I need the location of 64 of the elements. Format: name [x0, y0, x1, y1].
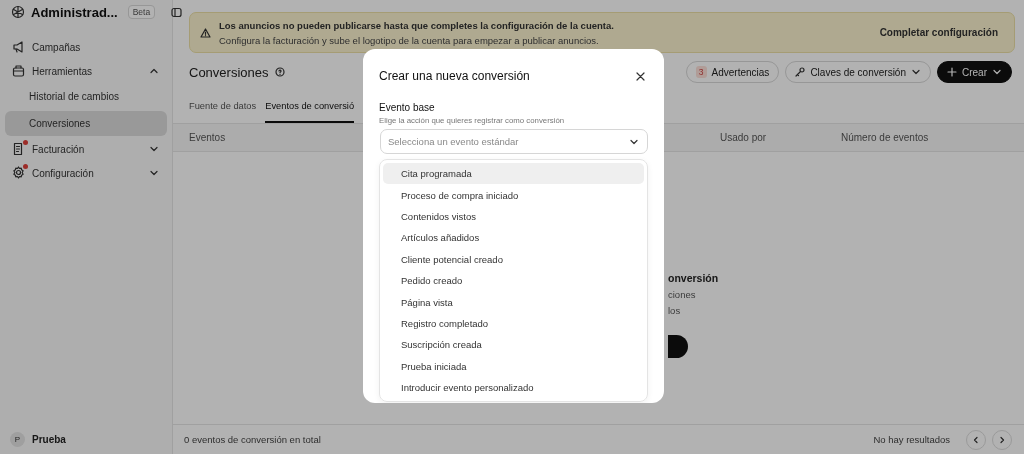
banner-text: Configura la facturación y sube el logotipo de la cuenta para empezar a publicar anuncios. [219, 34, 600, 46]
sidebar-item[interactable]: Historial de cambios [5, 84, 167, 109]
notification-dot [23, 164, 28, 169]
warning-count: 3 [695, 66, 707, 78]
chevron-up-icon [149, 66, 159, 76]
megaphone-icon [12, 40, 25, 54]
previous-page-button[interactable] [966, 429, 986, 450]
empty-state-text: ciones [668, 289, 696, 300]
next-page-button[interactable] [992, 429, 1012, 450]
total-count: 0 eventos de conversión en total [184, 434, 322, 445]
page-title: Conversiones [189, 64, 269, 80]
chevron-down-icon [149, 144, 159, 154]
dropdown-option[interactable]: Página vista [383, 291, 644, 313]
dropdown-option[interactable]: Introducir evento personalizado [383, 376, 644, 399]
key-icon [795, 67, 806, 77]
column-header: Eventos [189, 132, 226, 143]
chevron-right-icon [998, 435, 1006, 444]
event-select[interactable]: Selecciona un evento estándar [380, 129, 648, 154]
dialog-title: Crear una nueva conversión [379, 69, 530, 83]
conversion-keys-button[interactable]: Claves de conversión [785, 61, 931, 83]
beta-badge: Beta [127, 5, 156, 19]
complete-setup-link[interactable]: Completar configuración [873, 26, 1004, 39]
chevron-left-icon [972, 435, 980, 444]
sidebar-item[interactable]: Configuración [5, 162, 167, 184]
warning-icon [200, 27, 211, 38]
dropdown-option[interactable]: Prueba iniciada [383, 355, 644, 377]
dropdown-option[interactable]: Pedido creado [383, 269, 644, 292]
dropdown-option[interactable]: Contenidos vistos [383, 205, 644, 228]
empty-state-button[interactable] [668, 335, 688, 358]
gear-icon [12, 166, 25, 180]
user-avatar: P [10, 431, 25, 447]
empty-state-title: onversión [668, 272, 719, 284]
sidebar-toggle-icon [171, 6, 183, 18]
logo-icon [11, 5, 25, 19]
empty-state-text: los [668, 305, 681, 316]
field-label: Evento base [379, 102, 436, 113]
chevron-down-icon [911, 67, 921, 77]
app-title: Administrad... [31, 4, 118, 20]
column-header: Número de eventos [841, 132, 929, 143]
dropdown-option[interactable]: Proceso de compra iniciado [383, 184, 644, 206]
receipt-icon [12, 142, 25, 156]
notification-dot [23, 140, 28, 145]
plus-icon [947, 67, 957, 77]
dropdown-option[interactable]: Artículos añadidos [383, 227, 644, 249]
dropdown-option[interactable]: Cita programada [383, 163, 644, 185]
warnings-button[interactable]: 3 Advertencias [685, 61, 780, 83]
results-text: No hay resultados [873, 434, 950, 445]
sidebar-item[interactable]: Facturación [5, 138, 167, 160]
toolbox-icon [12, 64, 25, 78]
dropdown-option[interactable]: Registro completado [383, 312, 644, 335]
chevron-down-icon [992, 67, 1002, 77]
chevron-down-icon [149, 168, 159, 178]
column-header: Usado por [720, 132, 767, 143]
close-icon [636, 71, 645, 81]
sidebar-item[interactable]: Campañas [5, 36, 167, 58]
banner-title: Los anuncios no pueden publicarse hasta que completes la configuración de la cuenta. [219, 19, 615, 31]
help-icon [274, 67, 285, 77]
dropdown-option[interactable]: Cliente potencial creado [383, 248, 644, 270]
sidebar-item[interactable]: Herramientas [5, 60, 167, 82]
dropdown-option[interactable]: Suscripción creada [383, 334, 644, 356]
create-button[interactable]: Crear [937, 61, 1012, 83]
user-name: Prueba [32, 433, 66, 445]
tab[interactable]: Fuente de datos [189, 90, 257, 123]
sidebar-item[interactable]: Conversiones [5, 111, 167, 136]
